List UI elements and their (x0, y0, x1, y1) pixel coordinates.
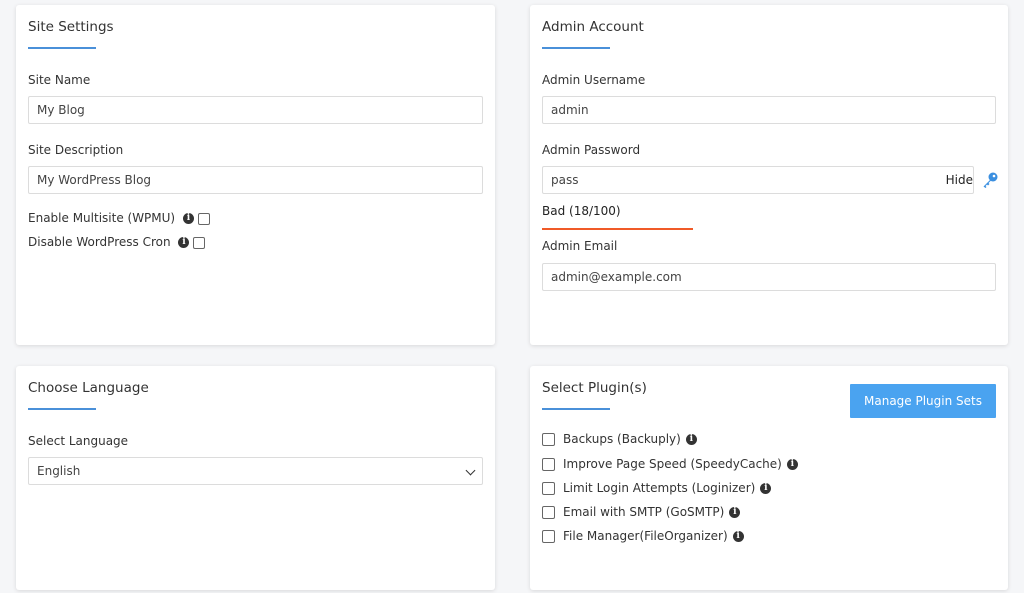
admin-username-label: Admin Username (542, 73, 646, 87)
site-settings-title: Site Settings (28, 19, 114, 35)
title-underline (542, 47, 610, 49)
info-icon[interactable]: i (685, 434, 697, 445)
language-select[interactable]: English (28, 457, 483, 485)
plugins-title: Select Plugin(s) (542, 380, 647, 396)
admin-password-label: Admin Password (542, 143, 641, 157)
site-description-label: Site Description (28, 143, 124, 157)
plugins-card: Select Plugin(s) Manage Plugin Sets Back… (530, 366, 1008, 590)
plugin-label: File Manager(FileOrganizer) (563, 529, 728, 543)
plugin-checkbox[interactable] (542, 530, 555, 543)
plugin-checkbox[interactable] (542, 458, 555, 471)
info-icon[interactable]: i (732, 531, 744, 542)
cron-checkbox[interactable] (193, 236, 206, 249)
plugin-label: Improve Page Speed (SpeedyCache) (563, 457, 782, 471)
select-language-label: Select Language (28, 434, 129, 448)
hide-password-toggle[interactable]: Hide (946, 167, 973, 193)
admin-account-card: Admin Account Admin Username admin Admin… (530, 5, 1008, 345)
info-icon[interactable]: i (178, 237, 190, 248)
site-settings-card: Site Settings Site Name My Blog Site Des… (16, 5, 495, 345)
multisite-label: Enable Multisite (WPMU) (28, 211, 176, 225)
multisite-checkbox[interactable] (197, 212, 210, 225)
plugin-checkbox[interactable] (542, 506, 555, 519)
language-title: Choose Language (28, 380, 149, 396)
plugin-label: Email with SMTP (GoSMTP) (563, 505, 725, 519)
password-strength-bar (542, 228, 693, 230)
info-icon[interactable]: i (760, 483, 772, 494)
language-selected-value: English (37, 464, 81, 478)
site-name-label: Site Name (28, 73, 91, 87)
plugin-item[interactable]: Improve Page Speed (SpeedyCache) i (542, 457, 798, 471)
admin-password-value: pass (551, 173, 579, 187)
multisite-row: Enable Multisite (WPMU) i (28, 211, 210, 225)
admin-email-label: Admin Email (542, 239, 618, 253)
admin-username-input[interactable]: admin (542, 96, 996, 124)
info-icon[interactable]: i (786, 459, 798, 470)
site-name-input[interactable]: My Blog (28, 96, 483, 124)
info-icon[interactable]: i (729, 507, 741, 518)
title-underline (28, 408, 96, 410)
plugin-label: Limit Login Attempts (Loginizer) (563, 481, 756, 495)
admin-email-input[interactable]: admin@example.com (542, 263, 996, 291)
plugin-item[interactable]: Email with SMTP (GoSMTP) i (542, 505, 741, 519)
chevron-down-icon (465, 465, 476, 476)
admin-account-title: Admin Account (542, 19, 644, 35)
key-icon[interactable] (981, 171, 999, 189)
site-description-input[interactable]: My WordPress Blog (28, 166, 483, 194)
manage-plugin-sets-button[interactable]: Manage Plugin Sets (850, 384, 996, 418)
plugin-checkbox[interactable] (542, 482, 555, 495)
info-icon[interactable]: i (182, 213, 194, 224)
cron-row: Disable WordPress Cron i (28, 235, 206, 249)
plugin-label: Backups (Backuply) (563, 432, 681, 446)
plugin-checkbox[interactable] (542, 433, 555, 446)
plugin-item[interactable]: File Manager(FileOrganizer) i (542, 529, 744, 543)
plugin-item[interactable]: Limit Login Attempts (Loginizer) i (542, 481, 772, 495)
plugin-item[interactable]: Backups (Backuply) i (542, 432, 697, 446)
language-card: Choose Language Select Language English (16, 366, 495, 590)
title-underline (542, 408, 610, 410)
password-strength-text: Bad (18/100) (542, 204, 621, 218)
title-underline (28, 47, 96, 49)
admin-password-input[interactable]: pass Hide (542, 166, 974, 194)
cron-label: Disable WordPress Cron (28, 235, 171, 249)
